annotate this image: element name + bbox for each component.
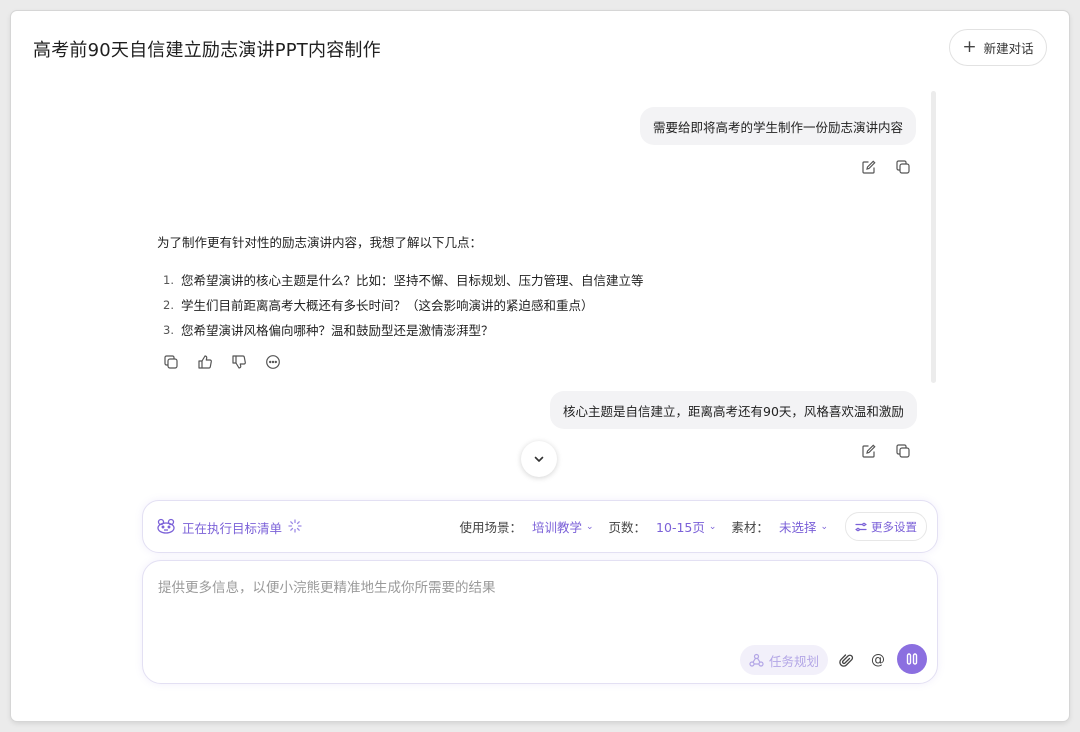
more-settings-label: 更多设置 (871, 519, 917, 534)
list-text: 您希望演讲风格偏向哪种？温和鼓励型还是激情澎湃型？ (181, 323, 494, 338)
scroll-to-bottom-button[interactable] (521, 441, 557, 477)
task-plan-label: 任务规划 (768, 653, 819, 669)
raccoon-icon (156, 518, 176, 537)
scrollbar[interactable] (931, 91, 936, 383)
assistant-intro: 为了制作更有针对性的励志演讲内容，我想了解以下几点： (157, 235, 483, 250)
plus-icon: + (962, 37, 977, 57)
pages-value: 10-15页 (656, 520, 705, 535)
assistant-question-list: 1. 您希望演讲的核心主题是什么？比如：坚持不懈、目标规划、压力管理、自信建立等… (157, 268, 877, 343)
assistant-message: 为了制作更有针对性的励志演讲内容，我想了解以下几点： 1. 您希望演讲的核心主题… (157, 233, 877, 343)
list-item: 1. 您希望演讲的核心主题是什么？比如：坚持不懈、目标规划、压力管理、自信建立等 (157, 268, 877, 293)
settings-sliders-icon (855, 522, 867, 531)
attach-button[interactable] (831, 645, 861, 675)
loading-spinner-icon (288, 519, 302, 536)
material-label: 素材： (731, 520, 769, 535)
pause-icon (906, 653, 918, 665)
edit-icon[interactable] (861, 159, 877, 175)
task-plan-button[interactable]: 任务规划 (740, 645, 828, 675)
page-title: 高考前90天自信建立励志演讲PPT内容制作 (33, 40, 381, 61)
assistant-message-actions (163, 354, 281, 370)
mention-button[interactable]: @ (863, 645, 893, 675)
chevron-down-icon: ⌄ (585, 521, 594, 532)
task-status-bar: 正在执行目标清单 使用场景： 培训教学 ⌄ 页数： 10-15页 ⌄ 素材： 未… (142, 500, 938, 553)
message-input[interactable] (158, 576, 918, 636)
at-icon: @ (871, 652, 885, 668)
user-message-bubble: 需要给即将高考的学生制作一份励志演讲内容 (640, 107, 917, 145)
thumbs-up-icon[interactable] (197, 354, 213, 370)
generation-settings: 使用场景： 培训教学 ⌄ 页数： 10-15页 ⌄ 素材： 未选择 ⌄ 更多设置 (459, 512, 927, 541)
user-message-bubble: 核心主题是自信建立，距离高考还有90天，风格喜欢温和激励 (550, 391, 917, 429)
pages-label: 页数： (608, 520, 647, 535)
chat-window: 高考前90天自信建立励志演讲PPT内容制作 + 新建对话 需要给即将高考的学生制… (11, 11, 1069, 721)
user-message-text: 核心主题是自信建立，距离高考还有90天，风格喜欢温和激励 (563, 403, 904, 419)
user-message-actions (861, 159, 911, 175)
list-text: 您希望演讲的核心主题是什么？比如：坚持不懈、目标规划、压力管理、自信建立等 (181, 273, 644, 288)
list-number: 3. (163, 323, 174, 337)
material-select[interactable]: 未选择 ⌄ (779, 517, 828, 536)
chevron-down-icon (534, 456, 544, 462)
pages-select[interactable]: 10-15页 ⌄ (656, 517, 716, 536)
list-item: 2. 学生们目前距离高考大概还有多长时间？（这会影响演讲的紧迫感和重点） (157, 293, 877, 318)
task-plan-icon (749, 653, 764, 667)
more-options-icon[interactable] (265, 354, 281, 370)
executing-label: 正在执行目标清单 (182, 521, 283, 536)
scene-select[interactable]: 培训教学 ⌄ (532, 517, 594, 536)
list-number: 2. (163, 298, 174, 312)
thumbs-down-icon[interactable] (231, 354, 247, 370)
user-message-actions (861, 443, 911, 459)
copy-icon[interactable] (895, 443, 911, 459)
scene-label: 使用场景： (459, 520, 522, 535)
list-number: 1. (163, 273, 174, 287)
list-item: 3. 您希望演讲风格偏向哪种？温和鼓励型还是激情澎湃型？ (157, 318, 877, 343)
more-settings-button[interactable]: 更多设置 (845, 512, 927, 541)
task-execution-status: 正在执行目标清单 (156, 518, 302, 537)
edit-icon[interactable] (861, 443, 877, 459)
chevron-down-icon: ⌄ (708, 521, 717, 532)
copy-icon[interactable] (895, 159, 911, 175)
scene-value: 培训教学 (531, 520, 582, 535)
stop-generation-button[interactable] (897, 644, 927, 674)
new-chat-button[interactable]: + 新建对话 (949, 29, 1047, 66)
message-composer: 任务规划 @ (142, 560, 938, 684)
user-message-text: 需要给即将高考的学生制作一份励志演讲内容 (653, 119, 904, 135)
material-value: 未选择 (778, 520, 817, 535)
new-chat-label: 新建对话 (983, 41, 1034, 56)
paperclip-icon (838, 653, 853, 667)
copy-icon[interactable] (163, 354, 179, 370)
list-text: 学生们目前距离高考大概还有多长时间？（这会影响演讲的紧迫感和重点） (181, 298, 594, 313)
chevron-down-icon: ⌄ (820, 521, 828, 532)
